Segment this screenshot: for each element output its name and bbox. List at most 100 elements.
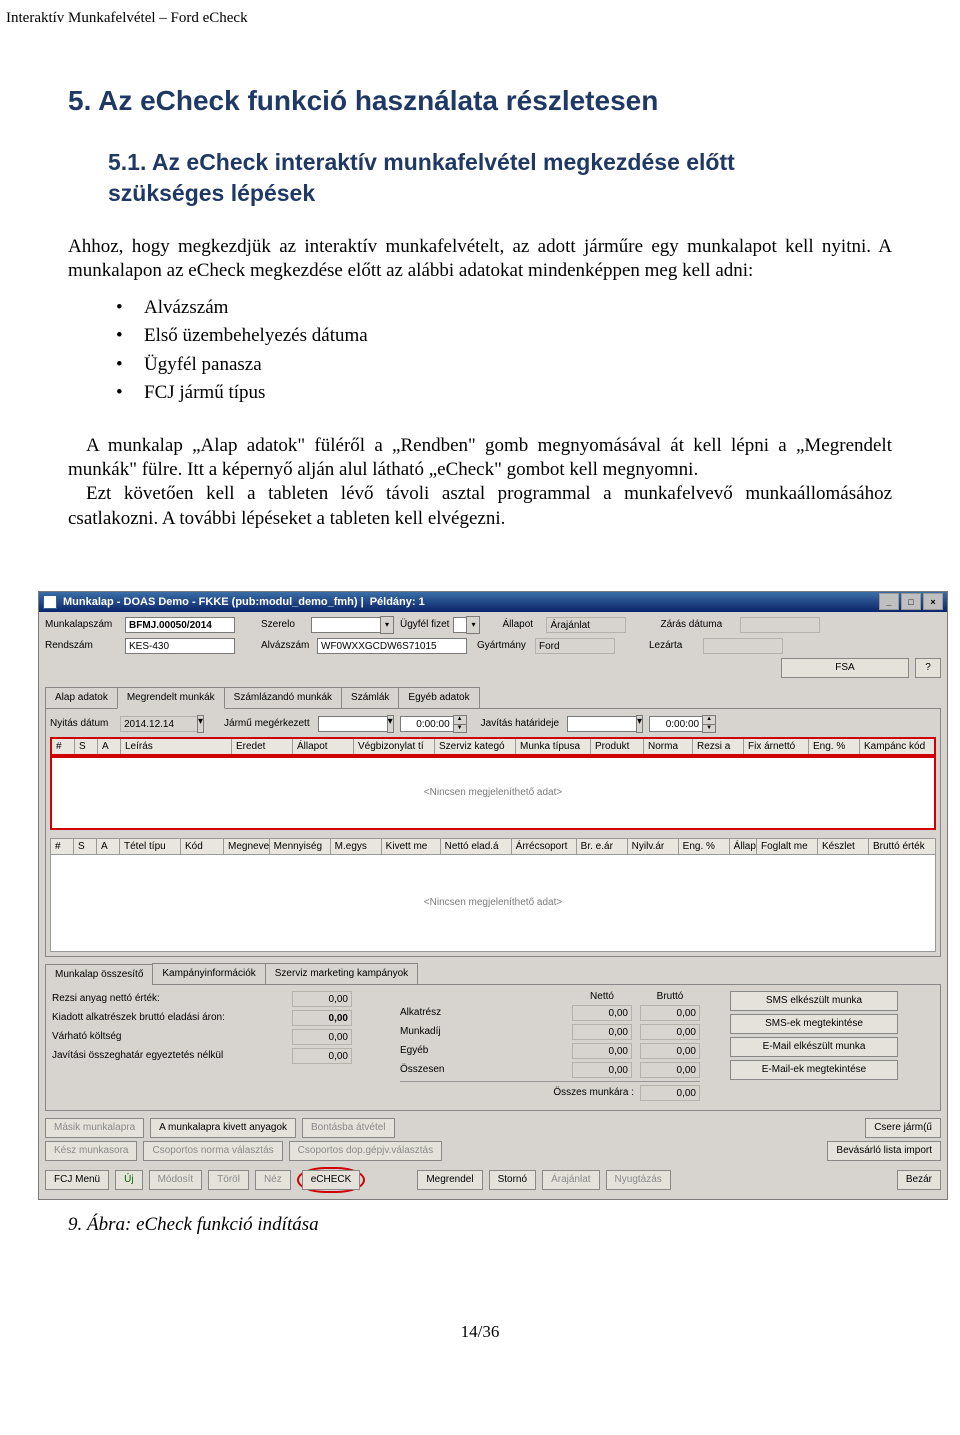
bezar-button[interactable]: Bezár: [897, 1170, 941, 1190]
th[interactable]: #: [52, 739, 75, 754]
field-javhat-time[interactable]: 0:00:00: [649, 716, 703, 732]
tab-szerviz-marketing[interactable]: Szerviz marketing kampányok: [265, 963, 418, 984]
th[interactable]: Produkt: [591, 739, 644, 754]
th[interactable]: Megnevezés: [224, 839, 270, 854]
select-szerelo[interactable]: ▾: [311, 616, 394, 634]
email-done-button[interactable]: E-Mail elkészült munka: [730, 1037, 898, 1057]
th[interactable]: Állapot: [730, 839, 757, 854]
kesh-munkasora-button[interactable]: Kész munkasora: [45, 1141, 137, 1161]
arajanlat-button[interactable]: Árajánlat: [542, 1170, 599, 1190]
totals-mid-label: Munkadíj: [400, 1026, 572, 1037]
th[interactable]: S: [74, 839, 97, 854]
fsa-button[interactable]: FSA: [781, 658, 909, 678]
th[interactable]: Nettó elad.á: [441, 839, 512, 854]
spinner-down-icon[interactable]: ▼: [702, 725, 716, 733]
email-view-button[interactable]: E-Mail-ek megtekintése: [730, 1060, 898, 1080]
megrendel-button[interactable]: Megrendel: [417, 1170, 482, 1190]
field-alvazszam[interactable]: WF0WXXGCDW6S71015: [317, 638, 467, 654]
torol-button[interactable]: Töröl: [208, 1170, 249, 1190]
tab-szamlazando-munkak[interactable]: Számlázandó munkák: [224, 687, 342, 708]
sms-view-button[interactable]: SMS-ek megtekintése: [730, 1014, 898, 1034]
th[interactable]: Leírás: [121, 739, 232, 754]
fcj-menu-button[interactable]: FCJ Menü: [45, 1170, 109, 1190]
chevron-down-icon: ▾: [380, 616, 394, 634]
bevasarlo-import-button[interactable]: Bevásárló lista import: [827, 1141, 941, 1161]
spinner-down-icon[interactable]: ▼: [453, 725, 467, 733]
nez-button[interactable]: Néz: [255, 1170, 291, 1190]
th[interactable]: Norma: [644, 739, 693, 754]
th[interactable]: M.egys: [331, 839, 382, 854]
th[interactable]: Eng. %: [809, 739, 860, 754]
masik-munkalapra-button[interactable]: Másik munkalapra: [45, 1118, 144, 1138]
field-jarmu-time[interactable]: 0:00:00: [400, 716, 454, 732]
close-button[interactable]: ×: [923, 593, 943, 610]
th[interactable]: Állapot: [293, 739, 354, 754]
select-ugyfelfizet[interactable]: ▾: [453, 616, 480, 634]
tab-munkalap-osszesito[interactable]: Munkalap összesítő: [45, 964, 153, 985]
spinner-up-icon[interactable]: ▲: [453, 715, 467, 725]
th[interactable]: #: [51, 839, 74, 854]
th[interactable]: Munka típusa: [516, 739, 591, 754]
totals-netto: 0,00: [572, 1005, 632, 1021]
echeck-button[interactable]: eCHECK: [302, 1170, 361, 1190]
th[interactable]: Kód: [181, 839, 224, 854]
th[interactable]: Kivett me: [382, 839, 441, 854]
chevron-down-icon[interactable]: ▾: [197, 715, 204, 733]
th[interactable]: Rezsi a: [693, 739, 744, 754]
storno-button[interactable]: Stornó: [489, 1170, 536, 1190]
maximize-button[interactable]: □: [901, 593, 921, 610]
field-jarmu-date[interactable]: [318, 716, 388, 732]
th[interactable]: Árrécsoport: [512, 839, 577, 854]
uj-button[interactable]: Új: [115, 1170, 142, 1190]
tab-egyeb-adatok[interactable]: Egyéb adatok: [398, 687, 479, 708]
spinner-up-icon[interactable]: ▲: [702, 715, 716, 725]
th[interactable]: Eredet: [232, 739, 293, 754]
th[interactable]: Mennyiség: [270, 839, 331, 854]
field-javhat-date[interactable]: [567, 716, 637, 732]
th[interactable]: A: [97, 839, 120, 854]
th[interactable]: S: [75, 739, 98, 754]
csere-jarmu-button[interactable]: Csere járm(ű: [865, 1118, 941, 1138]
tab-szamlak[interactable]: Számlák: [341, 687, 399, 708]
bullet-item: FCJ jármű típus: [68, 379, 892, 408]
th[interactable]: Végbizonylat tí: [354, 739, 435, 754]
bontasba-atvetel-button[interactable]: Bontásba átvétel: [302, 1118, 395, 1138]
window-icon: [43, 595, 57, 609]
tab-megrendelt-munkak[interactable]: Megrendelt munkák: [117, 687, 225, 709]
th[interactable]: Szerviz kategó: [435, 739, 516, 754]
label-gyartmany: Gyártmány: [477, 640, 535, 651]
label-ugyfelfizet: Ügyfél fizet: [400, 619, 449, 630]
th[interactable]: Fix árnettó: [744, 739, 809, 754]
label-jav-hat: Javítás határideje: [481, 718, 559, 729]
label-rendszam: Rendszám: [45, 640, 125, 651]
minimize-button[interactable]: _: [879, 593, 899, 610]
th[interactable]: Készlet: [818, 839, 869, 854]
bullet-item: Alvázszám: [68, 294, 892, 323]
nyugtazas-button[interactable]: Nyugtázás: [606, 1170, 671, 1190]
field-munkalapszam[interactable]: BFMJ.00050/2014: [125, 617, 235, 633]
help-button[interactable]: ?: [915, 658, 941, 678]
field-rendszam[interactable]: KES-430: [125, 638, 235, 654]
table1-empty: <Nincsen megjeleníthető adat>: [50, 756, 936, 830]
kivett-anyagok-button[interactable]: A munkalapra kivett anyagok: [150, 1118, 296, 1138]
csoportos-dop-button[interactable]: Csoportos dop.gépjv.választás: [289, 1141, 442, 1161]
th[interactable]: Tétel típu: [120, 839, 181, 854]
chevron-down-icon[interactable]: ▾: [636, 715, 643, 733]
tab-kampanyinfo[interactable]: Kampányinformációk: [152, 963, 265, 984]
th[interactable]: Bruttó érték: [869, 839, 935, 854]
th[interactable]: A: [98, 739, 121, 754]
th[interactable]: Nyilv.ár: [628, 839, 679, 854]
totals-brutto: 0,00: [640, 1005, 700, 1021]
totals-mid-label: Alkatrész: [400, 1007, 572, 1018]
th[interactable]: Foglalt me: [757, 839, 818, 854]
tab-panel: Nyitás dátum 2014.12.14 ▾ Jármű megérkez…: [45, 708, 941, 957]
th[interactable]: Kampánc kód: [860, 739, 934, 754]
sms-done-button[interactable]: SMS elkészült munka: [730, 991, 898, 1011]
th[interactable]: Br. e.ár: [577, 839, 628, 854]
modosit-button[interactable]: Módosít: [149, 1170, 203, 1190]
tab-alap-adatok[interactable]: Alap adatok: [45, 687, 118, 708]
th[interactable]: Eng. %: [679, 839, 730, 854]
titlebar[interactable]: Munkalap - DOAS Demo - FKKE (pub:modul_d…: [39, 592, 947, 612]
csoportos-norma-button[interactable]: Csoportos norma választás: [143, 1141, 282, 1161]
chevron-down-icon[interactable]: ▾: [387, 715, 394, 733]
